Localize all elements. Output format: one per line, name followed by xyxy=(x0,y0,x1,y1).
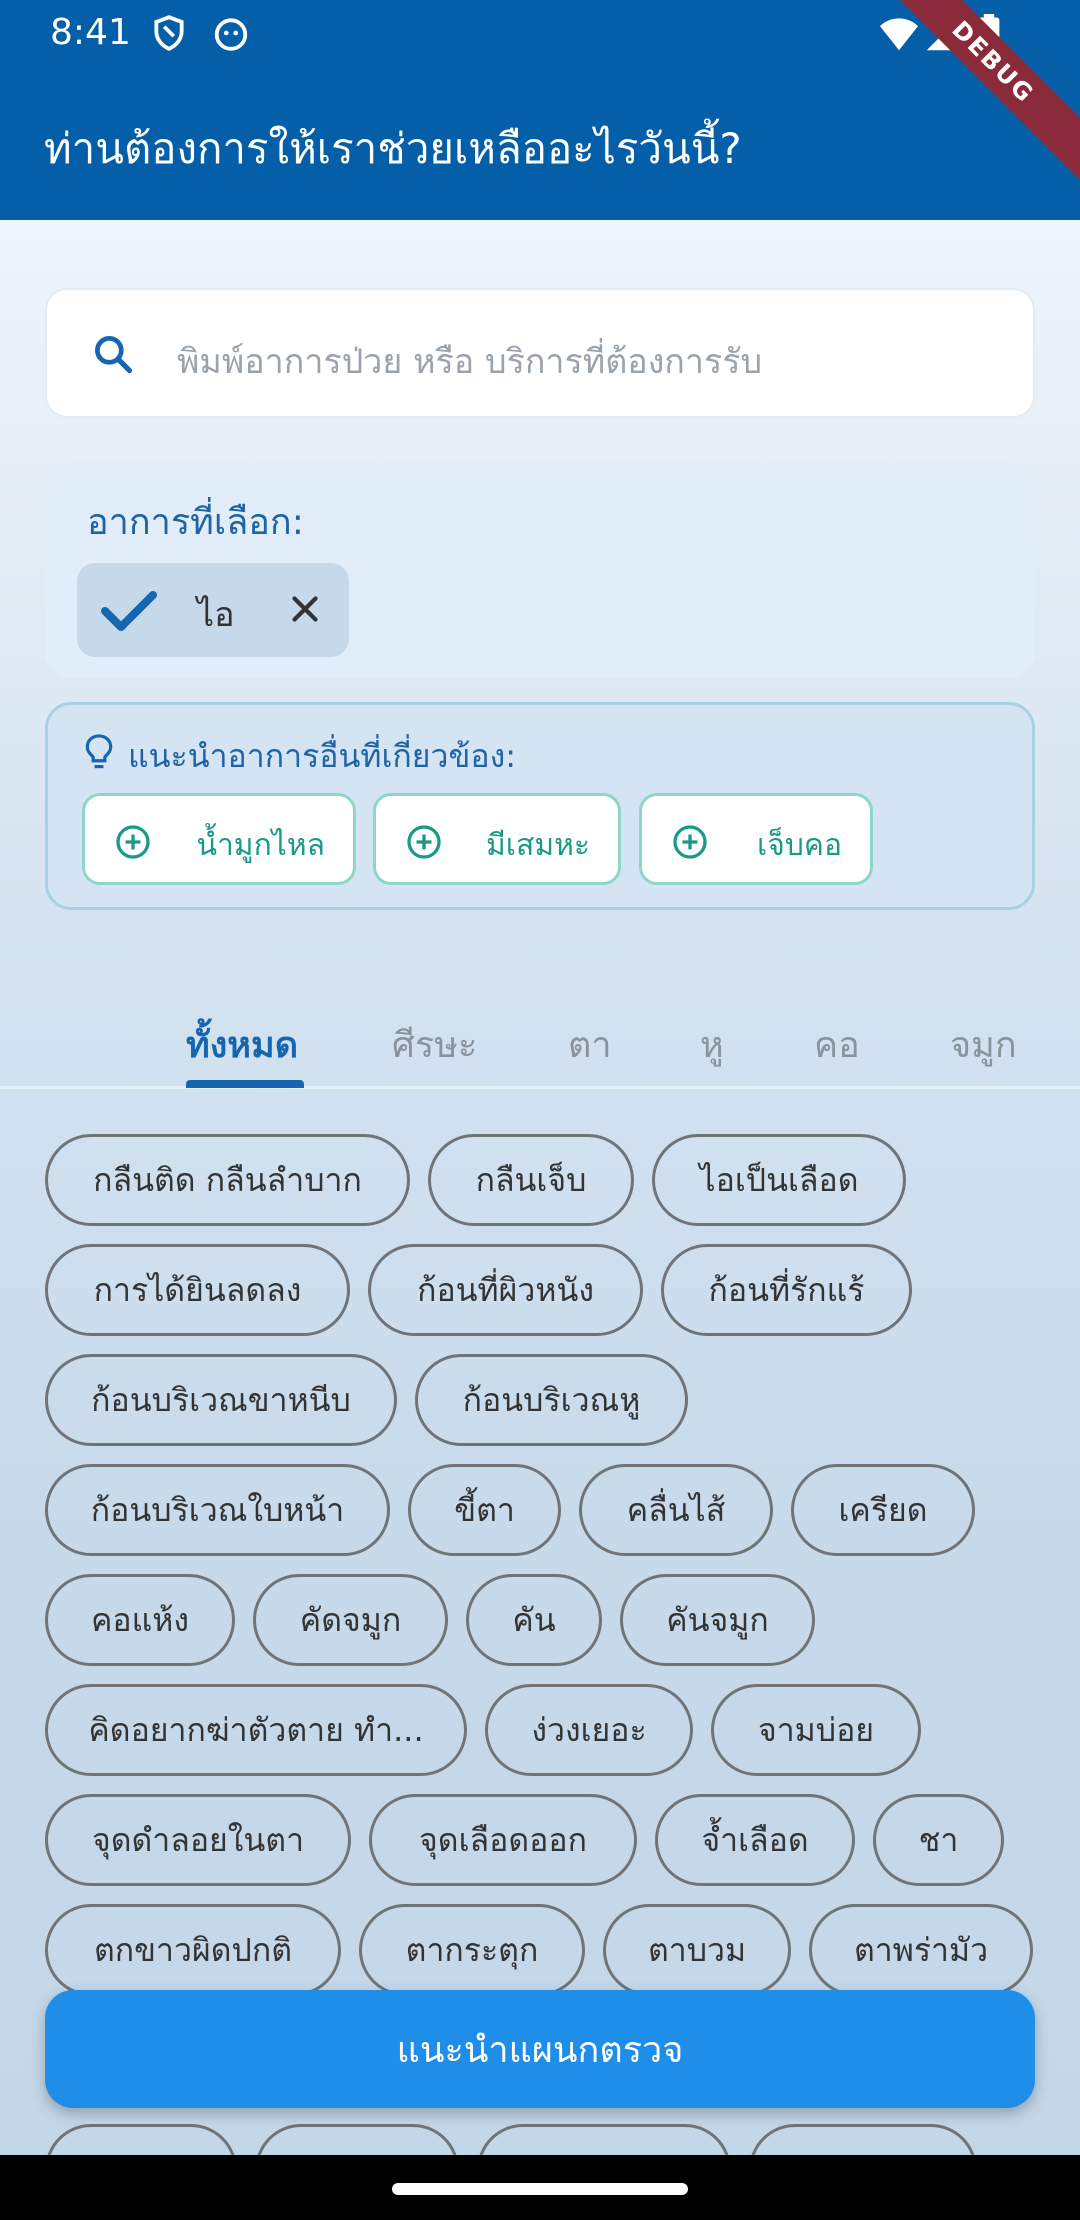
cat-face-icon xyxy=(214,18,248,51)
recommend-department-button[interactable]: แนะนำแผนกตรวจ xyxy=(45,1990,1035,2108)
suggestion-chip-label: มีเสมหะ xyxy=(485,828,590,863)
main-content: พิมพ์อาการป่วย หรือ บริการที่ต้องการรับ … xyxy=(0,220,1080,2155)
suggestion-chip-label: น้ำมูกไหล xyxy=(196,828,325,863)
symptom-chip[interactable]: ตกขาวผิดปกติ xyxy=(45,1904,341,1996)
symptom-chip[interactable] xyxy=(255,2124,459,2155)
symptom-chip[interactable]: ชา xyxy=(873,1794,1004,1886)
suggested-symptoms-panel: แนะนำอาการอื่นที่เกี่ยวข้อง: น้ำมูกไหล ม… xyxy=(45,702,1035,910)
symptom-chip[interactable]: จามบ่อย xyxy=(711,1684,921,1776)
symptom-chip[interactable]: จุดดำลอยในตา xyxy=(45,1794,351,1886)
add-circle-icon xyxy=(673,825,707,859)
add-circle-icon xyxy=(407,825,441,859)
suggestion-chip-label: เจ็บคอ xyxy=(757,828,842,863)
category-tabs: ทั้งหมด ศีรษะ ตา หู คอ จมูก xyxy=(0,960,1080,1090)
selected-chip[interactable]: ไอ xyxy=(77,563,349,657)
tab-nose[interactable]: จมูก xyxy=(950,1016,1017,1073)
selected-chip-label: ไอ xyxy=(197,595,235,635)
suggestion-chip[interactable]: น้ำมูกไหล xyxy=(82,793,356,885)
selected-symptoms-title: อาการที่เลือก: xyxy=(87,502,304,543)
symptom-chip[interactable]: จ้ำเลือด xyxy=(655,1794,855,1886)
tab-head[interactable]: ศีรษะ xyxy=(392,1016,477,1073)
symptom-chip[interactable]: ขี้ตา xyxy=(408,1464,561,1556)
page-title: ท่านต้องการให้เราช่วยเหลืออะไรวันนี้? xyxy=(44,124,742,173)
suggestion-chip[interactable]: เจ็บคอ xyxy=(639,793,873,885)
selected-symptoms-panel: อาการที่เลือก: ไอ xyxy=(45,463,1035,678)
symptom-chip[interactable]: คันจมูก xyxy=(620,1574,815,1666)
symptom-chip[interactable]: คลื่นไส้ xyxy=(579,1464,773,1556)
symptom-chip[interactable]: ก้อนที่ผิวหนัง xyxy=(368,1244,643,1336)
symptom-chip[interactable]: ตาพร่ามัว xyxy=(809,1904,1033,1996)
symptom-chip[interactable]: ก้อนบริเวณใบหน้า xyxy=(45,1464,390,1556)
tab-all[interactable]: ทั้งหมด xyxy=(186,1016,298,1073)
symptom-chip[interactable]: การได้ยินลดลง xyxy=(45,1244,350,1336)
symptom-chip[interactable]: กลืนติด กลืนลำบาก xyxy=(45,1134,410,1226)
search-input[interactable]: พิมพ์อาการป่วย หรือ บริการที่ต้องการรับ xyxy=(45,288,1035,418)
tab-indicator xyxy=(186,1080,304,1088)
symptom-chip[interactable]: จุดเลือดออก xyxy=(369,1794,637,1886)
suggested-symptoms-title: แนะนำอาการอื่นที่เกี่ยวข้อง: xyxy=(128,737,516,775)
lightbulb-icon xyxy=(85,734,113,769)
tab-eye[interactable]: ตา xyxy=(568,1016,612,1073)
status-time: 8:41 xyxy=(50,12,131,53)
symptom-chip[interactable]: คัน xyxy=(466,1574,602,1666)
symptom-chip[interactable]: คัดจมูก xyxy=(253,1574,448,1666)
home-gesture-handle[interactable] xyxy=(392,2183,688,2195)
symptom-chip[interactable]: กลืนเจ็บ xyxy=(428,1134,634,1226)
symptom-chip[interactable]: ตากระตุก xyxy=(359,1904,585,1996)
add-circle-icon xyxy=(116,825,150,859)
shield-icon xyxy=(154,15,184,51)
close-icon[interactable] xyxy=(287,591,323,627)
symptom-chip[interactable]: ก้อนบริเวณขาหนีบ xyxy=(45,1354,397,1446)
symptom-chip[interactable]: คิดอยากฆ่าตัวตาย ทำ... xyxy=(45,1684,467,1776)
symptom-chip[interactable]: ก้อนบริเวณหู xyxy=(415,1354,688,1446)
symptom-chip[interactable] xyxy=(45,2124,237,2155)
tab-throat[interactable]: คอ xyxy=(814,1016,860,1073)
symptom-chip[interactable]: ไอเป็นเลือด xyxy=(652,1134,906,1226)
symptom-chip[interactable]: เครียด xyxy=(791,1464,975,1556)
suggestion-chip[interactable]: มีเสมหะ xyxy=(373,793,621,885)
symptom-chip[interactable]: ง่วงเยอะ xyxy=(485,1684,693,1776)
tabs-divider xyxy=(0,1086,1080,1089)
symptom-chip[interactable] xyxy=(477,2124,731,2155)
symptom-chip[interactable]: คอแห้ง xyxy=(45,1574,235,1666)
symptom-chip[interactable]: ก้อนที่รักแร้ xyxy=(661,1244,912,1336)
tab-ear[interactable]: หู xyxy=(700,1016,724,1073)
symptom-chip[interactable] xyxy=(749,2124,977,2155)
app-bar: ท่านต้องการให้เราช่วยเหลืออะไรวันนี้? xyxy=(0,66,1080,220)
navigation-bar xyxy=(0,2155,1080,2220)
symptom-chip[interactable]: ตาบวม xyxy=(603,1904,791,1996)
wifi-icon xyxy=(880,18,918,51)
check-icon xyxy=(101,591,157,631)
search-icon xyxy=(95,336,133,374)
search-placeholder: พิมพ์อาการป่วย หรือ บริการที่ต้องการรับ xyxy=(177,342,763,382)
